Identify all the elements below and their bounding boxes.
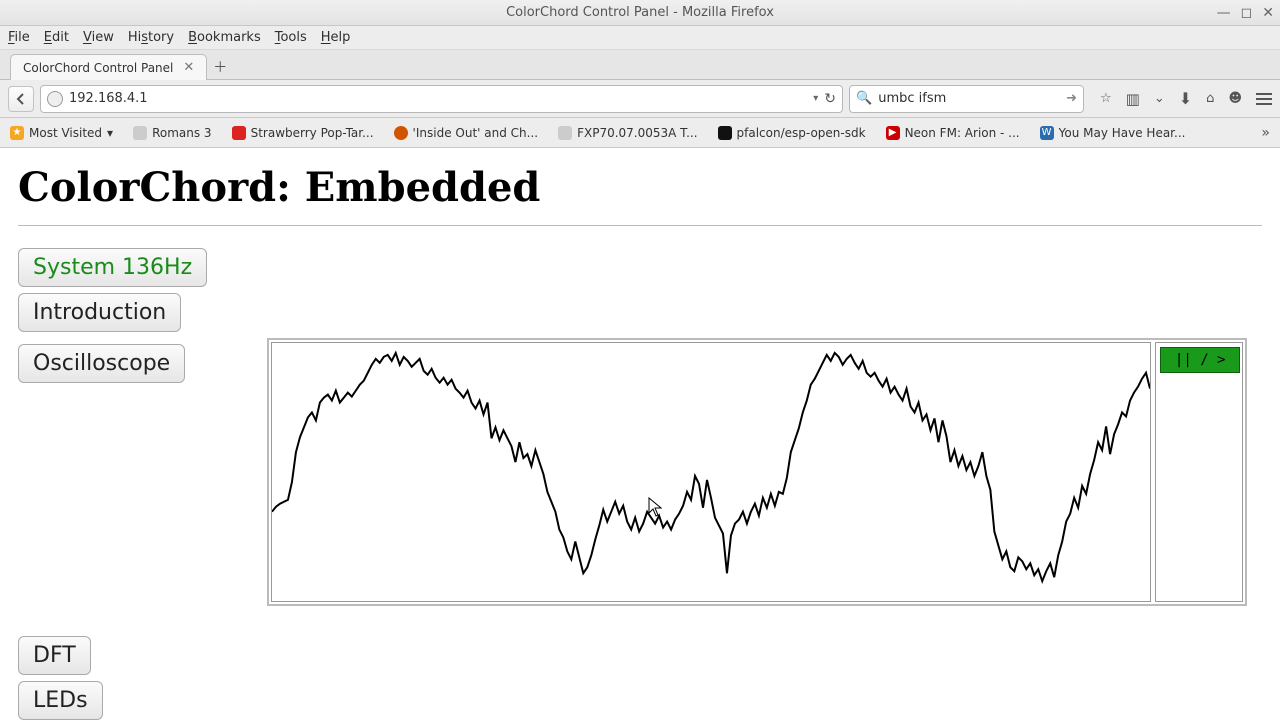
reload-icon[interactable]: ↻ (824, 91, 836, 107)
page-viewport: ColorChord: Embedded System 136Hz Introd… (0, 148, 1280, 720)
site-identity-icon[interactable] (47, 91, 63, 107)
system-button[interactable]: System 136Hz (18, 248, 207, 287)
library-icon[interactable]: ▥ (1126, 90, 1140, 108)
bookmark-item[interactable]: WYou May Have Hear... (1040, 126, 1186, 140)
bookmarks-bar: ★ Most Visited ▾ Romans 3 Strawberry Pop… (0, 118, 1280, 148)
menu-hamburger-icon[interactable] (1256, 93, 1272, 105)
bookmarks-overflow-icon[interactable]: » (1261, 125, 1270, 141)
most-visited-label: Most Visited (29, 126, 102, 140)
menu-bookmarks[interactable]: Bookmarks (188, 30, 261, 45)
downloads-icon[interactable]: ⬇ (1179, 89, 1192, 108)
chevron-down-icon: ▾ (107, 126, 113, 140)
bookmark-item[interactable]: Romans 3 (133, 126, 212, 140)
home-icon[interactable]: ⌂ (1206, 91, 1214, 106)
oscilloscope-canvas (271, 342, 1151, 602)
menu-edit[interactable]: Edit (44, 30, 69, 45)
window-minimize-icon[interactable]: — (1217, 5, 1231, 21)
search-icon: 🔍 (856, 91, 872, 106)
window-title: ColorChord Control Panel - Mozilla Firef… (506, 5, 774, 20)
play-pause-button[interactable]: || / > (1160, 347, 1240, 373)
bookmark-star-icon[interactable]: ☆ (1100, 91, 1112, 106)
bookmark-item[interactable]: Strawberry Pop-Tar... (232, 126, 374, 140)
divider (18, 225, 1262, 226)
menu-help[interactable]: Help (321, 30, 351, 45)
new-tab-button[interactable]: ＋ (207, 55, 233, 79)
menubar: File Edit View History Bookmarks Tools H… (0, 26, 1280, 50)
browser-tab[interactable]: ColorChord Control Panel ✕ (10, 54, 207, 80)
url-dropdown-icon[interactable]: ▾ (813, 93, 818, 104)
oscilloscope-button[interactable]: Oscilloscope (18, 344, 185, 383)
search-go-icon[interactable]: ➜ (1066, 91, 1077, 106)
introduction-button[interactable]: Introduction (18, 293, 181, 332)
dft-button[interactable]: DFT (18, 636, 91, 675)
leds-button[interactable]: LEDs (18, 681, 103, 720)
pocket-icon[interactable]: ⌄ (1154, 91, 1165, 106)
menu-history[interactable]: History (128, 30, 174, 45)
most-visited-button[interactable]: ★ Most Visited ▾ (10, 126, 113, 140)
url-bar[interactable]: 192.168.4.1 ▾ ↻ (40, 85, 843, 113)
bookmark-item[interactable]: FXP70.07.0053A T... (558, 126, 697, 140)
oscilloscope-panel: || / > (267, 338, 1247, 606)
bookmark-item[interactable]: ▶Neon FM: Arion - ... (886, 126, 1020, 140)
window-close-icon[interactable]: ✕ (1262, 5, 1274, 21)
oscilloscope-side-panel: || / > (1155, 342, 1243, 602)
tab-strip: ColorChord Control Panel ✕ ＋ (0, 50, 1280, 80)
menu-tools[interactable]: Tools (275, 30, 307, 45)
menu-view[interactable]: View (83, 30, 114, 45)
window-maximize-icon[interactable]: ◻ (1241, 5, 1253, 21)
menu-file[interactable]: File (8, 30, 30, 45)
page-title: ColorChord: Embedded (18, 164, 1262, 211)
search-text: umbc ifsm (878, 91, 1060, 106)
tab-close-icon[interactable]: ✕ (183, 60, 194, 75)
search-bar[interactable]: 🔍 umbc ifsm ➜ (849, 85, 1084, 113)
window-titlebar: ColorChord Control Panel - Mozilla Firef… (0, 0, 1280, 26)
bookmark-item[interactable]: pfalcon/esp-open-sdk (718, 126, 866, 140)
chat-icon[interactable]: ☻ (1228, 91, 1242, 106)
nav-toolbar: 192.168.4.1 ▾ ↻ 🔍 umbc ifsm ➜ ☆ ▥ ⌄ ⬇ ⌂ … (0, 80, 1280, 118)
tab-title: ColorChord Control Panel (23, 61, 173, 75)
url-text: 192.168.4.1 (69, 91, 807, 106)
bookmark-item[interactable]: 'Inside Out' and Ch... (394, 126, 539, 140)
back-button[interactable] (8, 86, 34, 112)
